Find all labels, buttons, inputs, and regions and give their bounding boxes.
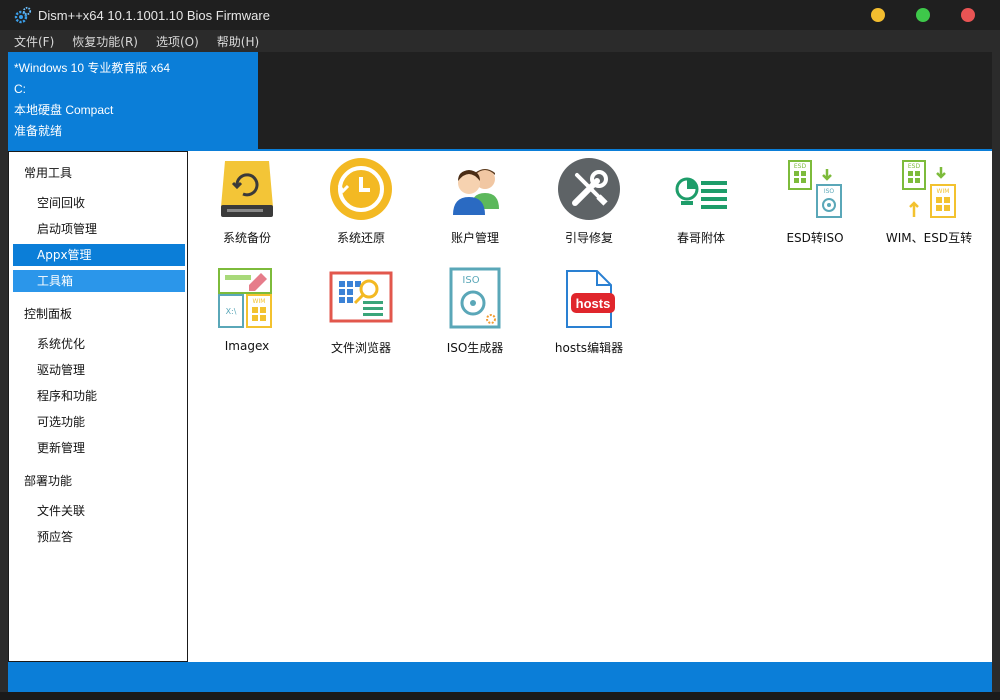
- tool-label: ESD转ISO: [786, 231, 844, 245]
- sidebar-item-space-cleanup[interactable]: 空间回收: [13, 192, 185, 214]
- sidebar-group-control-panel: 控制面板: [24, 307, 73, 321]
- tool-hosts-editor[interactable]: hosts hosts编辑器: [534, 267, 644, 356]
- tool-esd-to-iso[interactable]: ESD ISO ESD转ISO: [760, 157, 870, 246]
- sidebar-item-optimize[interactable]: 系统优化: [13, 333, 185, 355]
- tool-account-manager[interactable]: 账户管理: [420, 157, 530, 246]
- tool-iso-maker[interactable]: ISO ISO生成器: [420, 267, 530, 356]
- tool-label: 账户管理: [450, 231, 499, 245]
- tool-file-browser[interactable]: 文件浏览器: [306, 267, 416, 356]
- esd-to-iso-icon: ESD ISO: [788, 160, 842, 218]
- tool-label: WIM、ESD互转: [885, 231, 973, 245]
- tool-label: 引导修复: [564, 231, 613, 245]
- menu-recovery[interactable]: 恢复功能(R): [72, 33, 138, 50]
- tool-chunge[interactable]: 春哥附体: [646, 157, 756, 246]
- tool-system-restore[interactable]: 系统还原: [306, 157, 416, 246]
- app-window: Dism++x64 10.1.1001.10 Bios Firmware 文件(…: [0, 0, 1000, 700]
- wrench-screwdriver-icon: [558, 158, 620, 220]
- svg-text:ISO: ISO: [462, 275, 479, 286]
- tool-wim-esd-convert[interactable]: ESD WIM WIM、ESD互转: [874, 157, 984, 246]
- session-panel[interactable]: *Windows 10 专业教育版 x64 C: 本地硬盘 Compact 准备…: [8, 52, 258, 149]
- menu-bar: 文件(F) 恢复功能(R) 选项(O) 帮助(H): [0, 30, 1000, 52]
- sidebar-item-appx[interactable]: Appx管理: [13, 244, 185, 266]
- tool-imagex[interactable]: X:\ WIM Imagex: [192, 267, 302, 353]
- tool-label: 系统还原: [336, 231, 385, 245]
- status-bar: [8, 662, 992, 692]
- svg-text:X:\: X:\: [226, 307, 237, 316]
- iso-maker-icon: ISO: [449, 267, 501, 329]
- menu-help[interactable]: 帮助(H): [217, 33, 259, 50]
- sidebar-item-optional-features[interactable]: 可选功能: [13, 411, 185, 433]
- sidebar-group-deploy: 部署功能: [24, 474, 73, 488]
- session-list-area: [258, 52, 992, 149]
- minimize-button[interactable]: [871, 8, 885, 22]
- imagex-icon: X:\ WIM: [218, 268, 272, 328]
- tool-label: hosts编辑器: [554, 341, 624, 355]
- svg-text:WIM: WIM: [937, 188, 950, 195]
- users-icon: [453, 169, 499, 215]
- sidebar-item-programs[interactable]: 程序和功能: [13, 385, 185, 407]
- tool-boot-repair[interactable]: 引导修复: [534, 157, 644, 246]
- wim-esd-convert-icon: ESD WIM: [902, 160, 956, 218]
- sidebar-item-drivers[interactable]: 驱动管理: [13, 359, 185, 381]
- hosts-editor-icon: hosts: [566, 270, 615, 328]
- svg-text:ISO: ISO: [824, 188, 835, 195]
- menu-file[interactable]: 文件(F): [14, 33, 54, 50]
- sidebar-item-updates[interactable]: 更新管理: [13, 437, 185, 459]
- list-settings-icon: [675, 177, 727, 209]
- window-bottom-edge: [0, 692, 1000, 700]
- menu-options[interactable]: 选项(O): [156, 33, 199, 50]
- disk-info: 本地硬盘 Compact: [14, 103, 114, 117]
- svg-text:WIM: WIM: [253, 298, 266, 305]
- sidebar: 常用工具 空间回收 启动项管理 Appx管理 工具箱 控制面板 系统优化 驱动管…: [8, 151, 188, 662]
- close-button[interactable]: [961, 8, 975, 22]
- title-bar[interactable]: Dism++x64 10.1.1001.10 Bios Firmware: [0, 0, 1000, 30]
- tool-label: 系统备份: [222, 231, 271, 245]
- tool-label: 春哥附体: [676, 231, 725, 245]
- sidebar-group-common: 常用工具: [24, 166, 73, 180]
- sidebar-item-startup[interactable]: 启动项管理: [13, 218, 185, 240]
- tool-label: Imagex: [224, 339, 270, 353]
- svg-text:hosts: hosts: [576, 296, 611, 311]
- sidebar-item-answer-file[interactable]: 预应答: [13, 526, 185, 548]
- svg-text:ESD: ESD: [908, 163, 921, 170]
- svg-text:ESD: ESD: [794, 163, 807, 170]
- restore-clock-icon: [330, 158, 392, 220]
- maximize-button[interactable]: [916, 8, 930, 22]
- backup-drive-icon: [221, 161, 273, 217]
- app-gear-icon: [14, 6, 32, 24]
- sidebar-item-toolbox[interactable]: 工具箱: [13, 270, 185, 292]
- sidebar-item-file-assoc[interactable]: 文件关联: [13, 500, 185, 522]
- os-name: *Windows 10 专业教育版 x64: [14, 61, 171, 75]
- session-status: 准备就绪: [14, 124, 63, 138]
- toolbox-panel: 系统备份 系统还原 账户管理 引导修复 春哥附体 ESD ISO ESD转ISO…: [188, 151, 992, 662]
- tool-label: 文件浏览器: [330, 341, 391, 355]
- file-browser-icon: [329, 271, 393, 323]
- tool-system-backup[interactable]: 系统备份: [192, 157, 302, 246]
- window-title: Dism++x64 10.1.1001.10 Bios Firmware: [38, 7, 270, 23]
- drive-letter: C:: [14, 82, 26, 96]
- tool-label: ISO生成器: [446, 341, 504, 355]
